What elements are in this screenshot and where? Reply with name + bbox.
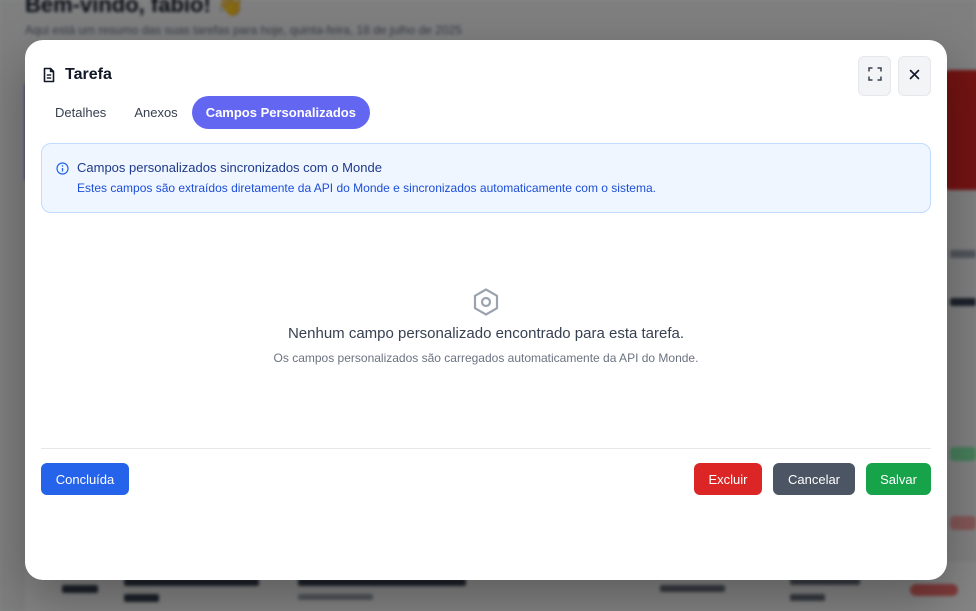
tab-details[interactable]: Detalhes [41, 96, 120, 129]
empty-state: Nenhum campo personalizado encontrado pa… [25, 287, 947, 365]
footer-divider [41, 448, 931, 449]
empty-state-subtitle: Os campos personalizados são carregados … [273, 351, 699, 365]
info-title: Campos personalizados sincronizados com … [77, 160, 382, 175]
expand-icon [867, 66, 882, 86]
info-icon [56, 162, 69, 175]
mark-done-button[interactable]: Concluída [41, 463, 129, 495]
modal-header: Tarefa [41, 66, 112, 84]
document-icon [41, 67, 57, 83]
expand-button[interactable] [858, 56, 891, 96]
close-button[interactable] [898, 56, 931, 96]
empty-state-title: Nenhum campo personalizado encontrado pa… [287, 325, 685, 342]
save-button[interactable]: Salvar [866, 463, 931, 495]
tab-attachments[interactable]: Anexos [120, 96, 191, 129]
task-modal: Tarefa Detalhes Anexos Campos Personaliz… [25, 40, 947, 580]
close-icon [909, 67, 920, 85]
modal-title: Tarefa [65, 66, 112, 83]
cancel-button[interactable]: Cancelar [773, 463, 855, 495]
modal-tabs: Detalhes Anexos Campos Personalizados [41, 96, 370, 129]
tab-custom-fields[interactable]: Campos Personalizados [191, 96, 370, 129]
hexagon-settings-icon [471, 287, 501, 317]
sync-info-alert: Campos personalizados sincronizados com … [41, 143, 931, 213]
delete-button[interactable]: Excluir [694, 463, 762, 495]
info-description: Estes campos são extraídos diretamente d… [77, 181, 656, 195]
